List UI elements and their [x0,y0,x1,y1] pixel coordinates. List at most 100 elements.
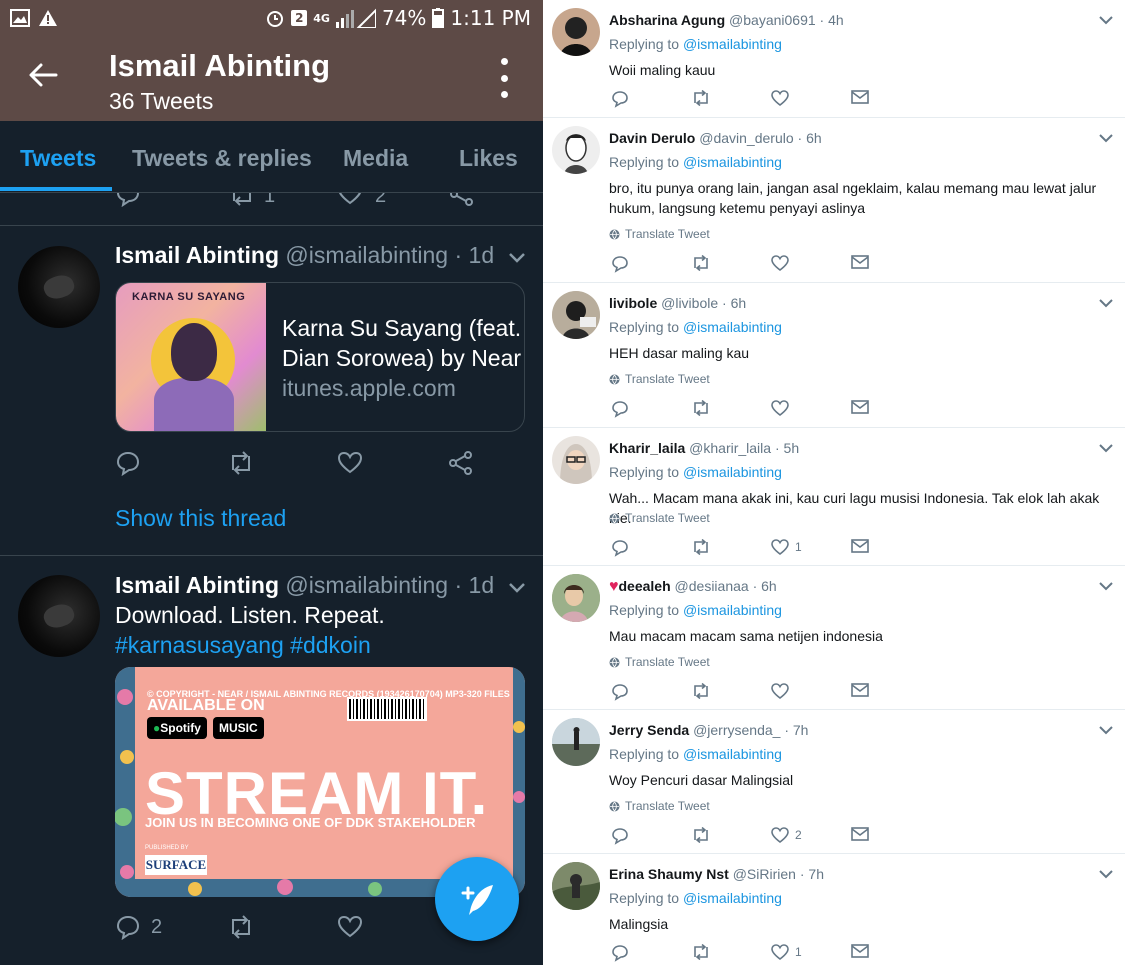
like-button[interactable] [337,450,363,476]
direct-message-button[interactable] [851,400,869,414]
retweet-button[interactable] [691,400,711,416]
reply-author-name[interactable]: Jerry Senda [609,722,689,738]
like-button[interactable] [771,90,795,106]
reply-button[interactable] [611,944,629,962]
retweet-button[interactable] [691,944,711,960]
like-button[interactable] [337,914,363,940]
direct-message-button[interactable] [851,255,869,269]
avatar[interactable] [552,126,600,174]
compose-tweet-button[interactable] [435,857,519,941]
reply-icon[interactable] [115,193,141,207]
reply-mention-link[interactable]: @ismailabinting [683,746,782,762]
link-card[interactable]: KARNA SU SAYANG Karna Su Sayang (feat. D… [115,282,525,432]
reply-author-name[interactable]: livibole [609,295,657,311]
retweet-button[interactable] [227,450,255,476]
avatar[interactable] [552,291,600,339]
tab-media[interactable]: Media [343,145,408,172]
reply-button[interactable] [611,255,629,273]
chevron-down-icon[interactable] [1099,582,1113,591]
tweet-hashtags[interactable]: #karnasusayang #ddkoin [115,630,385,660]
reply-tweet[interactable]: Jerry Senda @jerrysenda_ · 7h Replying t… [543,710,1125,854]
reply-tweet[interactable]: Kharir_laila @kharir_laila · 5h Replying… [543,428,1125,566]
retweet-button[interactable] [691,90,711,106]
reply-button[interactable] [115,450,141,476]
direct-message-button[interactable] [851,683,869,697]
chevron-down-icon[interactable] [1099,16,1113,25]
chevron-down-icon[interactable] [1099,444,1113,453]
avatar[interactable] [552,8,600,56]
translate-tweet-link[interactable]: Translate Tweet [609,799,710,813]
reply-author-name[interactable]: Erina Shaumy Nst [609,866,729,882]
reply-button[interactable] [611,539,629,557]
show-thread-link[interactable]: Show this thread [115,505,286,532]
reply-mention-link[interactable]: @ismailabinting [683,890,782,906]
reply-mention-link[interactable]: @ismailabinting [683,602,782,618]
reply-mention-link[interactable]: @ismailabinting [683,464,782,480]
reply-button[interactable] [611,90,629,108]
reply-tweet[interactable]: ♥deealeh @desiianaa · 6h Replying to @is… [543,566,1125,710]
direct-message-button[interactable] [851,90,869,104]
retweet-button[interactable] [691,827,711,843]
tab-tweets-and-replies[interactable]: Tweets & replies [132,145,312,172]
retweet-button[interactable] [691,255,711,271]
like-button[interactable] [771,255,795,271]
reply-author-name[interactable]: Absharina Agung [609,12,725,28]
chevron-down-icon[interactable] [508,252,526,264]
reply-tweet[interactable]: Erina Shaumy Nst @SiRirien · 7h Replying… [543,854,1125,965]
reply-time: 4h [828,12,844,28]
reply-tweet[interactable]: Absharina Agung @bayani0691 · 4h Replyin… [543,0,1125,118]
chevron-down-icon[interactable] [1099,870,1113,879]
avatar[interactable] [18,246,100,328]
tweet-card[interactable]: Ismail Abinting @ismailabinting · 1d KAR… [0,226,543,555]
reply-author-name[interactable]: Davin Derulo [609,130,695,146]
translate-tweet-link[interactable]: Translate Tweet [609,372,710,386]
reply-mention-link[interactable]: @ismailabinting [683,36,782,52]
direct-message-button[interactable] [851,944,869,958]
retweet-button[interactable] [691,539,711,555]
translate-tweet-link[interactable]: Translate Tweet [609,227,710,241]
tweet-author-name[interactable]: Ismail Abinting [115,242,279,268]
reply-mention-link[interactable]: @ismailabinting [683,319,782,335]
reply-button[interactable] [611,827,629,845]
tab-tweets[interactable]: Tweets [20,145,96,172]
avatar[interactable] [552,862,600,910]
reply-author-name[interactable]: deealeh [619,578,671,594]
overflow-menu-icon[interactable] [497,58,511,98]
avatar[interactable] [18,575,100,657]
tweet-author-name[interactable]: Ismail Abinting [115,572,279,598]
chevron-down-icon[interactable] [1099,726,1113,735]
avatar[interactable] [552,436,600,484]
reply-tweet[interactable]: livibole @livibole · 6h Replying to @ism… [543,283,1125,428]
warning-icon [39,10,57,26]
share-icon[interactable] [449,193,475,207]
retweet-button[interactable] [691,683,711,699]
chevron-down-icon[interactable] [1099,134,1113,143]
like-button[interactable]: 1 [771,944,802,960]
direct-message-button[interactable] [851,827,869,841]
reply-tweet[interactable]: Davin Derulo @davin_derulo · 6h Replying… [543,118,1125,283]
chevron-down-icon[interactable] [1099,299,1113,308]
like-button[interactable] [771,683,795,699]
direct-message-button[interactable] [851,539,869,553]
retweet-icon[interactable] [228,193,256,207]
retweet-button[interactable] [227,914,255,940]
reply-mention-link[interactable]: @ismailabinting [683,154,782,170]
like-icon[interactable] [337,193,363,207]
reply-button[interactable] [611,683,629,701]
like-button[interactable]: 2 [771,827,802,843]
reply-author-name[interactable]: Kharir_laila [609,440,685,456]
avatar[interactable] [552,718,600,766]
share-button[interactable] [448,450,474,476]
like-button[interactable]: 1 [771,539,802,555]
back-arrow-icon[interactable] [26,58,60,92]
reply-button[interactable]: 2 [115,914,162,940]
translate-tweet-link[interactable]: Translate Tweet [609,511,710,525]
translate-tweet-link[interactable]: Translate Tweet [609,655,710,669]
chevron-down-icon[interactable] [508,582,526,594]
avatar[interactable] [552,574,600,622]
tab-likes[interactable]: Likes [459,145,518,172]
globe-icon [609,229,620,240]
like-icon [771,827,789,843]
reply-button[interactable] [611,400,629,418]
like-button[interactable] [771,400,795,416]
